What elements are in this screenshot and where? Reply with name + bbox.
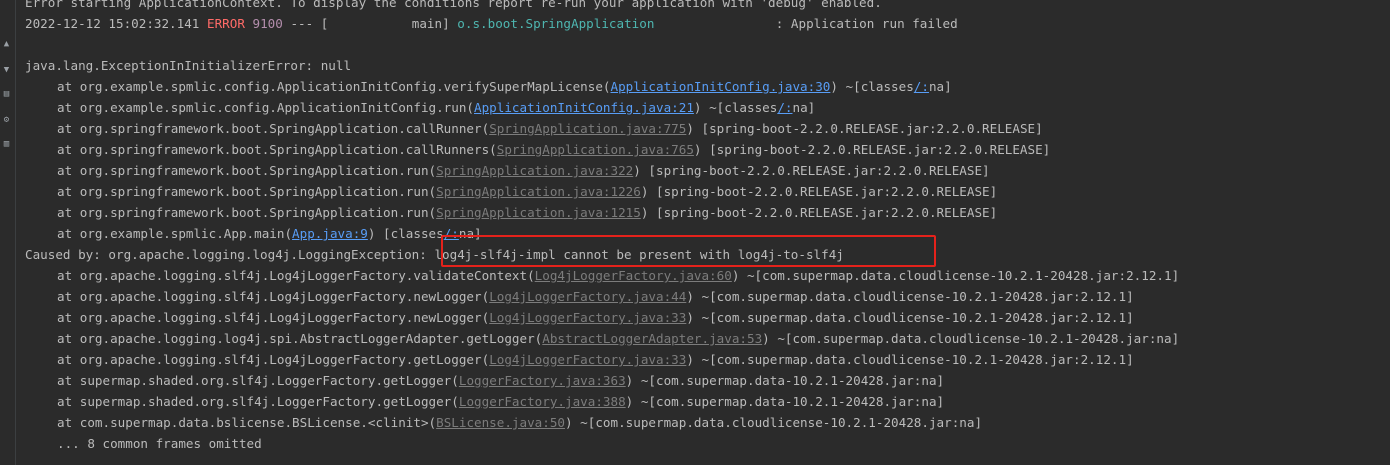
log-pid: 9100 — [252, 16, 283, 31]
classes-root-link[interactable]: /: — [914, 79, 929, 94]
source-link[interactable]: LoggerFactory.java:388 — [459, 394, 626, 409]
frame-location: ) [spring-boot-2.2.0.RELEASE.jar:2.2.0.R… — [686, 121, 1043, 136]
frame-method: at org.springframework.boot.SpringApplic… — [57, 142, 497, 157]
stack-frame: at org.springframework.boot.SpringApplic… — [25, 160, 1390, 181]
frame-location: ) ~[com.supermap.data.cloudlicense-10.2.… — [686, 352, 1134, 367]
stack-frame: at org.springframework.boot.SpringApplic… — [25, 139, 1390, 160]
frame-location: ) ~[com.supermap.data-10.2.1-20428.jar:n… — [625, 373, 945, 388]
source-link[interactable]: AbstractLoggerAdapter.java:53 — [542, 331, 762, 346]
stack-frame: at supermap.shaded.org.slf4j.LoggerFacto… — [25, 370, 1390, 391]
frame-location: ) ~[com.supermap.data-10.2.1-20428.jar:n… — [625, 394, 945, 409]
frame-method: at org.apache.logging.slf4j.Log4jLoggerF… — [57, 310, 490, 325]
frame-location: ) ~[com.supermap.data.cloudlicense-10.2.… — [686, 289, 1134, 304]
log-line-error: 2022-12-12 15:02:32.141 ERROR 9100 --- [… — [25, 13, 1390, 34]
source-link[interactable]: LoggerFactory.java:363 — [459, 373, 626, 388]
frame-location: ) ~[com.supermap.data.cloudlicense-10.2.… — [731, 268, 1180, 283]
stack-frame: at org.springframework.boot.SpringApplic… — [25, 118, 1390, 139]
log-message: : Application run failed — [775, 16, 958, 31]
frame-method: at org.springframework.boot.SpringApplic… — [57, 121, 490, 136]
frame-method: at org.apache.logging.slf4j.Log4jLoggerF… — [57, 289, 490, 304]
frame-method: at org.apache.logging.slf4j.Log4jLoggerF… — [57, 352, 490, 367]
arrow-up-icon[interactable]: ▲ — [2, 40, 11, 49]
exception-head: java.lang.ExceptionInInitializerError: n… — [25, 58, 352, 73]
arrow-down-icon[interactable]: ▼ — [2, 66, 11, 75]
frame-location: ) [spring-boot-2.2.0.RELEASE.jar:2.2.0.R… — [633, 163, 990, 178]
print-icon[interactable]: ▤ — [2, 90, 11, 99]
frame-location: ) ~[classes — [693, 100, 778, 115]
frame-location: ) ~[com.supermap.data.cloudlicense-10.2.… — [686, 310, 1134, 325]
console-toolbar-gutter: ▲ ▼ ▤ ⚙ ▥ — [0, 0, 16, 465]
log-logger-name: o.s.boot.SpringApplication — [457, 16, 655, 31]
stack-frame: at org.apache.logging.slf4j.Log4jLoggerF… — [25, 349, 1390, 370]
source-link[interactable]: App.java:9 — [292, 226, 368, 241]
stack-frame: at org.apache.logging.slf4j.Log4jLoggerF… — [25, 307, 1390, 328]
stack-frame: at org.springframework.boot.SpringApplic… — [25, 181, 1390, 202]
console-line-previous: Error starting ApplicationContext. To di… — [25, 0, 882, 10]
stack-frame: at org.springframework.boot.SpringApplic… — [25, 202, 1390, 223]
source-link[interactable]: SpringApplication.java:1226 — [436, 184, 641, 199]
source-link[interactable]: ApplicationInitConfig.java:21 — [474, 100, 694, 115]
frame-location: ) [spring-boot-2.2.0.RELEASE.jar:2.2.0.R… — [640, 184, 998, 199]
caused-by-prefix: Caused by: org.apache.logging.log4j.Logg… — [25, 247, 427, 262]
log-separator: --- [ — [290, 16, 329, 31]
frame-location-tail: na] — [792, 100, 816, 115]
source-link[interactable]: SpringApplication.java:775 — [489, 121, 686, 136]
trash-icon[interactable]: ▥ — [2, 140, 11, 149]
source-link[interactable]: Log4jLoggerFactory.java:44 — [489, 289, 686, 304]
stack-frame: at supermap.shaded.org.slf4j.LoggerFacto… — [25, 391, 1390, 412]
settings-icon[interactable]: ⚙ — [2, 116, 11, 125]
frame-location-tail: na] — [928, 79, 952, 94]
log-thread: main] — [328, 16, 450, 31]
frame-method: at org.example.spmlic.App.main( — [57, 226, 293, 241]
frame-method: at org.example.spmlic.config.Application… — [57, 79, 611, 94]
frame-method: at org.apache.logging.slf4j.Log4jLoggerF… — [57, 268, 535, 283]
frame-method: at supermap.shaded.org.slf4j.LoggerFacto… — [57, 394, 459, 409]
omitted-frames-text: ... 8 common frames omitted — [57, 436, 262, 451]
source-link[interactable]: SpringApplication.java:322 — [436, 163, 633, 178]
classes-root-link[interactable]: /: — [777, 100, 792, 115]
frame-location: ) ~[com.supermap.data.cloudlicense-10.2.… — [762, 331, 1180, 346]
source-link[interactable]: Log4jLoggerFactory.java:33 — [489, 310, 686, 325]
frame-method: at org.springframework.boot.SpringApplic… — [57, 205, 437, 220]
log-timestamp: 2022-12-12 15:02:32.141 — [25, 16, 200, 31]
frame-method: at org.springframework.boot.SpringApplic… — [57, 184, 437, 199]
stack-frame: at org.example.spmlic.config.Application… — [25, 76, 1390, 97]
frame-method: at org.example.spmlic.config.Application… — [57, 100, 475, 115]
error-highlight-box — [441, 235, 936, 267]
source-link[interactable]: BSLicense.java:50 — [436, 415, 565, 430]
log-level: ERROR — [206, 16, 245, 31]
frame-location: ) [classes — [367, 226, 444, 241]
console-output[interactable]: Error starting ApplicationContext. To di… — [25, 0, 1390, 454]
stack-frame: at org.example.spmlic.config.Application… — [25, 97, 1390, 118]
source-link[interactable]: SpringApplication.java:765 — [497, 142, 694, 157]
stack-frame: at org.apache.logging.slf4j.Log4jLoggerF… — [25, 265, 1390, 286]
source-link[interactable]: SpringApplication.java:1215 — [436, 205, 641, 220]
frame-method: at com.supermap.data.bslicense.BSLicense… — [57, 415, 437, 430]
frame-location: ) ~[com.supermap.data.cloudlicense-10.2.… — [565, 415, 983, 430]
frame-location: ) [spring-boot-2.2.0.RELEASE.jar:2.2.0.R… — [693, 142, 1051, 157]
source-link[interactable]: Log4jLoggerFactory.java:33 — [489, 352, 686, 367]
frame-location: ) [spring-boot-2.2.0.RELEASE.jar:2.2.0.R… — [640, 205, 998, 220]
frame-method: at org.apache.logging.log4j.spi.Abstract… — [57, 331, 543, 346]
frame-method: at supermap.shaded.org.slf4j.LoggerFacto… — [57, 373, 459, 388]
frame-method: at org.springframework.boot.SpringApplic… — [57, 163, 437, 178]
source-link[interactable]: ApplicationInitConfig.java:30 — [611, 79, 831, 94]
stack-frame: at org.apache.logging.log4j.spi.Abstract… — [25, 328, 1390, 349]
stack-frame: at org.apache.logging.slf4j.Log4jLoggerF… — [25, 286, 1390, 307]
omitted-frames-line: ... 8 common frames omitted — [25, 433, 1390, 454]
source-link[interactable]: Log4jLoggerFactory.java:60 — [535, 268, 732, 283]
frame-location: ) ~[classes — [830, 79, 914, 94]
stack-frame: at com.supermap.data.bslicense.BSLicense… — [25, 412, 1390, 433]
